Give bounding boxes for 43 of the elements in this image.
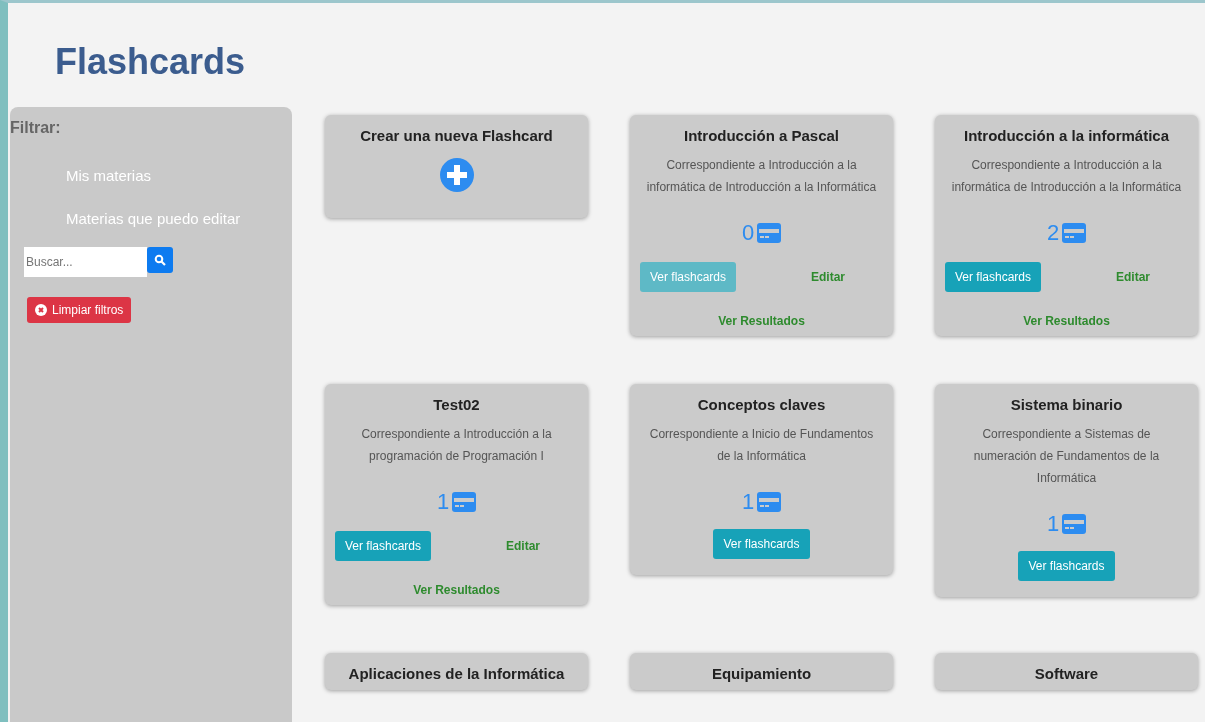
flashcard-count: 2	[1046, 220, 1060, 246]
plus-icon[interactable]	[439, 158, 474, 192]
search-icon	[154, 254, 166, 266]
search-field[interactable]: Buscar...	[24, 247, 147, 277]
close-icon	[35, 304, 47, 316]
card-icon	[757, 492, 782, 512]
flashcard-count: 0	[741, 220, 755, 246]
card-title: Equipamiento	[711, 665, 812, 682]
card-title: Introducción a la informática	[963, 127, 1169, 144]
search-button[interactable]	[147, 247, 173, 273]
results-link[interactable]: Ver Resultados	[413, 583, 500, 597]
edit-link[interactable]: Editar	[811, 270, 845, 284]
card-title: Conceptos claves	[697, 396, 826, 413]
card-title: Crear una nueva Flashcard	[360, 127, 553, 144]
flashcard-count: 1	[1046, 511, 1060, 537]
results-link[interactable]: Ver Resultados	[1023, 314, 1110, 328]
view-flashcards-button[interactable]: Ver flashcards	[945, 262, 1042, 292]
flashcard-count: 1	[436, 489, 450, 515]
flashcard-count: 1	[741, 489, 755, 515]
view-flashcards-button[interactable]: Ver flashcards	[335, 531, 432, 561]
card-title: Introducción a Pascal	[683, 127, 839, 144]
card-description: Correspondiente a Introducción a la informática de Introducción a la Informática	[950, 157, 1183, 196]
card-icon	[757, 223, 782, 243]
card-description: Correspondiente a Inicio de Fundamentos de la Informática	[648, 426, 875, 465]
card-title: Software	[1034, 665, 1099, 682]
view-flashcards-button[interactable]: Ver flashcards	[713, 529, 810, 559]
filter-heading: Filtrar:	[10, 119, 61, 137]
clear-filters-button[interactable]: Limpiar filtros	[27, 297, 132, 323]
card-title: Aplicaciones de la Informática	[348, 665, 565, 682]
page-title: Flashcards	[54, 40, 247, 84]
card-description: Correspondiente a Introducción a la informática de Introducción a la Informática	[645, 157, 878, 196]
card-description: Correspondiente a Sistemas de numeración de Fundamentos de la Informática	[972, 426, 1161, 487]
card-title: Test02	[433, 396, 480, 413]
card-title: Sistema binario	[1010, 396, 1123, 413]
card-icon	[452, 492, 477, 512]
edit-link[interactable]: Editar	[1116, 270, 1150, 284]
card-icon	[1062, 514, 1087, 534]
card-description: Correspondiente a Introducción a la programación de Programación I	[360, 426, 553, 465]
card-icon	[1062, 223, 1087, 243]
edit-link[interactable]: Editar	[506, 539, 540, 553]
new-flashcard-card[interactable]: Crear una nueva Flashcard	[325, 115, 588, 218]
results-link[interactable]: Ver Resultados	[718, 314, 805, 328]
view-flashcards-button[interactable]: Ver flashcards	[1018, 551, 1115, 581]
